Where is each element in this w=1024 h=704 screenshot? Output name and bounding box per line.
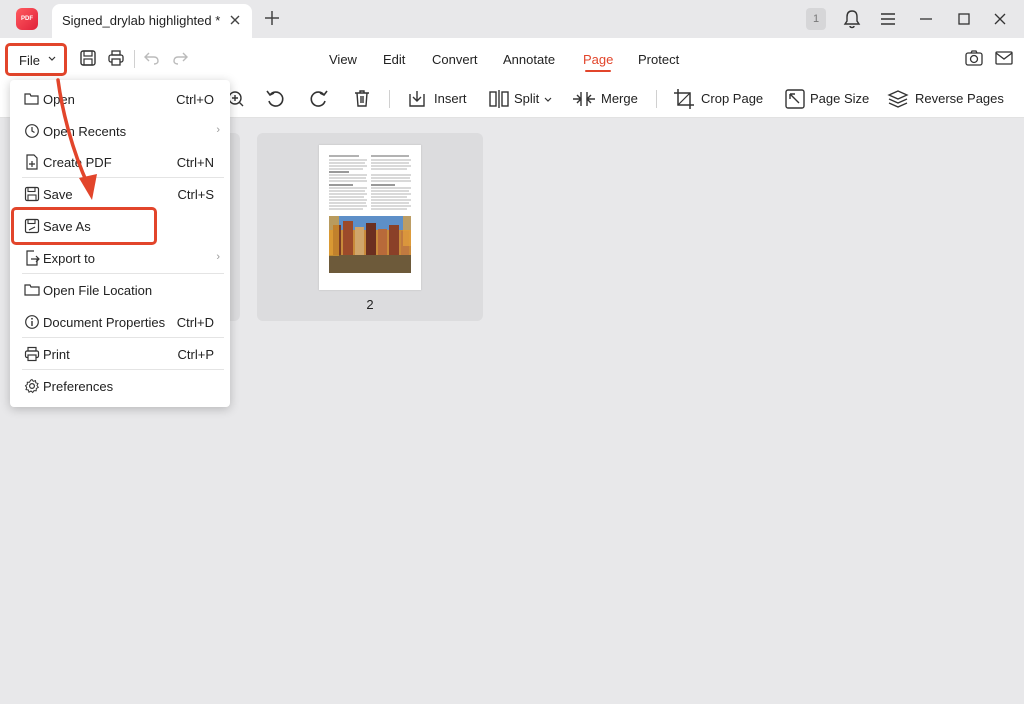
insert-label: Insert bbox=[434, 91, 467, 106]
menu-item-export-to[interactable]: Export to › bbox=[10, 243, 230, 273]
menu-item-print[interactable]: Print Ctrl+P bbox=[10, 339, 230, 369]
nav-convert[interactable]: Convert bbox=[432, 52, 478, 67]
divider bbox=[389, 90, 390, 108]
menu-item-save-as[interactable]: Save As bbox=[10, 211, 230, 241]
undo-icon[interactable] bbox=[142, 48, 162, 68]
split-label: Split bbox=[514, 91, 540, 106]
chevron-down-icon bbox=[544, 97, 552, 102]
menu-item-preferences[interactable]: Preferences bbox=[10, 371, 230, 401]
export-icon bbox=[26, 250, 40, 266]
insert-icon bbox=[409, 91, 425, 107]
merge-label: Merge bbox=[601, 91, 638, 106]
menu-item-create-pdf[interactable]: Create PDF Ctrl+N bbox=[10, 147, 230, 177]
close-window-icon[interactable] bbox=[990, 8, 1010, 30]
menu-item-label: Preferences bbox=[43, 379, 114, 394]
page-size-label: Page Size bbox=[810, 91, 870, 106]
chevron-right-icon: › bbox=[216, 124, 220, 136]
menu-item-label: Export to bbox=[43, 251, 96, 266]
bell-icon[interactable] bbox=[842, 8, 862, 30]
split-icon bbox=[489, 90, 509, 108]
page-thumbnail[interactable] bbox=[319, 145, 421, 290]
crop-icon bbox=[674, 89, 694, 109]
title-bar: PDF Signed_drylab highlighted * 1 bbox=[0, 0, 1024, 38]
page-content-preview bbox=[329, 155, 411, 273]
divider bbox=[134, 50, 135, 68]
menu-item-shortcut: Ctrl+S bbox=[177, 187, 214, 202]
nav-annotate[interactable]: Annotate bbox=[503, 52, 555, 67]
reverse-pages-button[interactable]: Reverse Pages bbox=[887, 87, 1004, 111]
menu-separator bbox=[22, 273, 224, 274]
insert-button[interactable]: Insert bbox=[406, 87, 468, 111]
crop-page-label: Crop Page bbox=[701, 91, 764, 106]
active-tab-underline bbox=[585, 70, 611, 72]
page-size-icon bbox=[785, 89, 805, 109]
file-menu-label: File bbox=[19, 53, 40, 68]
menu-item-document-properties[interactable]: Document Properties Ctrl+D bbox=[10, 307, 230, 337]
reverse-pages-label: Reverse Pages bbox=[915, 91, 1004, 106]
menu-item-shortcut: Ctrl+N bbox=[176, 155, 214, 170]
delete-icon[interactable] bbox=[352, 87, 372, 111]
menu-item-label: Open Recents bbox=[43, 124, 127, 139]
maximize-icon[interactable] bbox=[954, 8, 974, 30]
minimize-icon[interactable] bbox=[916, 8, 936, 30]
menu-item-label: Document Properties bbox=[43, 315, 166, 330]
page-number: 2 bbox=[366, 297, 374, 312]
info-icon bbox=[25, 315, 39, 329]
nav-protect[interactable]: Protect bbox=[638, 52, 679, 67]
merge-icon bbox=[573, 92, 595, 106]
menu-item-save[interactable]: Save Ctrl+S bbox=[10, 179, 230, 209]
save-icon bbox=[24, 186, 40, 202]
notification-count-badge[interactable]: 1 bbox=[806, 8, 826, 30]
menu-item-label: Save bbox=[43, 187, 73, 202]
nav-page[interactable]: Page bbox=[583, 52, 613, 67]
menu-item-label: Save As bbox=[43, 219, 91, 234]
folder-open-icon bbox=[24, 93, 39, 105]
menu-item-label: Print bbox=[43, 347, 70, 362]
save-icon[interactable] bbox=[78, 48, 98, 68]
menu-separator bbox=[22, 369, 224, 370]
menu-item-label: Open File Location bbox=[43, 283, 153, 298]
rotate-right-icon[interactable] bbox=[308, 87, 330, 111]
hamburger-menu-icon[interactable] bbox=[878, 8, 898, 30]
menu-separator bbox=[22, 337, 224, 338]
save-as-icon bbox=[24, 218, 40, 234]
reverse-pages-icon bbox=[887, 90, 909, 108]
menu-item-label: Open bbox=[43, 92, 75, 107]
menu-item-open-recents[interactable]: Open Recents › bbox=[10, 116, 230, 146]
menu-item-shortcut: Ctrl+O bbox=[176, 92, 214, 107]
file-menu-button[interactable]: File bbox=[10, 47, 66, 73]
new-tab-icon[interactable] bbox=[262, 8, 282, 28]
document-tab[interactable]: Signed_drylab highlighted * bbox=[52, 4, 252, 38]
gear-icon bbox=[24, 378, 40, 394]
nav-edit[interactable]: Edit bbox=[383, 52, 405, 67]
create-file-icon bbox=[26, 154, 38, 170]
menu-separator bbox=[22, 177, 224, 178]
close-tab-icon[interactable] bbox=[226, 11, 244, 29]
chevron-down-icon bbox=[48, 56, 56, 61]
merge-button[interactable]: Merge bbox=[571, 87, 641, 111]
menu-item-open-file-location[interactable]: Open File Location bbox=[10, 275, 230, 305]
split-button[interactable]: Split bbox=[488, 87, 554, 111]
menu-item-shortcut: Ctrl+P bbox=[177, 347, 214, 362]
mail-icon[interactable] bbox=[994, 49, 1014, 67]
app-logo: PDF bbox=[16, 8, 38, 30]
crop-page-button[interactable]: Crop Page bbox=[673, 87, 765, 111]
rotate-left-icon[interactable] bbox=[264, 87, 286, 111]
nav-view[interactable]: View bbox=[329, 52, 357, 67]
document-tab-title: Signed_drylab highlighted * bbox=[62, 13, 221, 28]
menu-item-open[interactable]: Open Ctrl+O bbox=[10, 84, 230, 114]
page-size-button[interactable]: Page Size bbox=[784, 87, 870, 111]
print-icon[interactable] bbox=[106, 48, 126, 68]
chevron-right-icon: › bbox=[216, 251, 220, 263]
clock-icon bbox=[25, 124, 39, 138]
file-dropdown-menu: Open Ctrl+O Open Recents › Create PDF Ct… bbox=[10, 80, 230, 407]
camera-icon[interactable] bbox=[964, 49, 984, 67]
redo-icon[interactable] bbox=[170, 48, 190, 68]
print-icon bbox=[24, 346, 40, 362]
folder-icon bbox=[24, 284, 40, 296]
divider bbox=[656, 90, 657, 108]
menu-item-shortcut: Ctrl+D bbox=[176, 315, 214, 330]
menu-item-label: Create PDF bbox=[43, 155, 112, 170]
